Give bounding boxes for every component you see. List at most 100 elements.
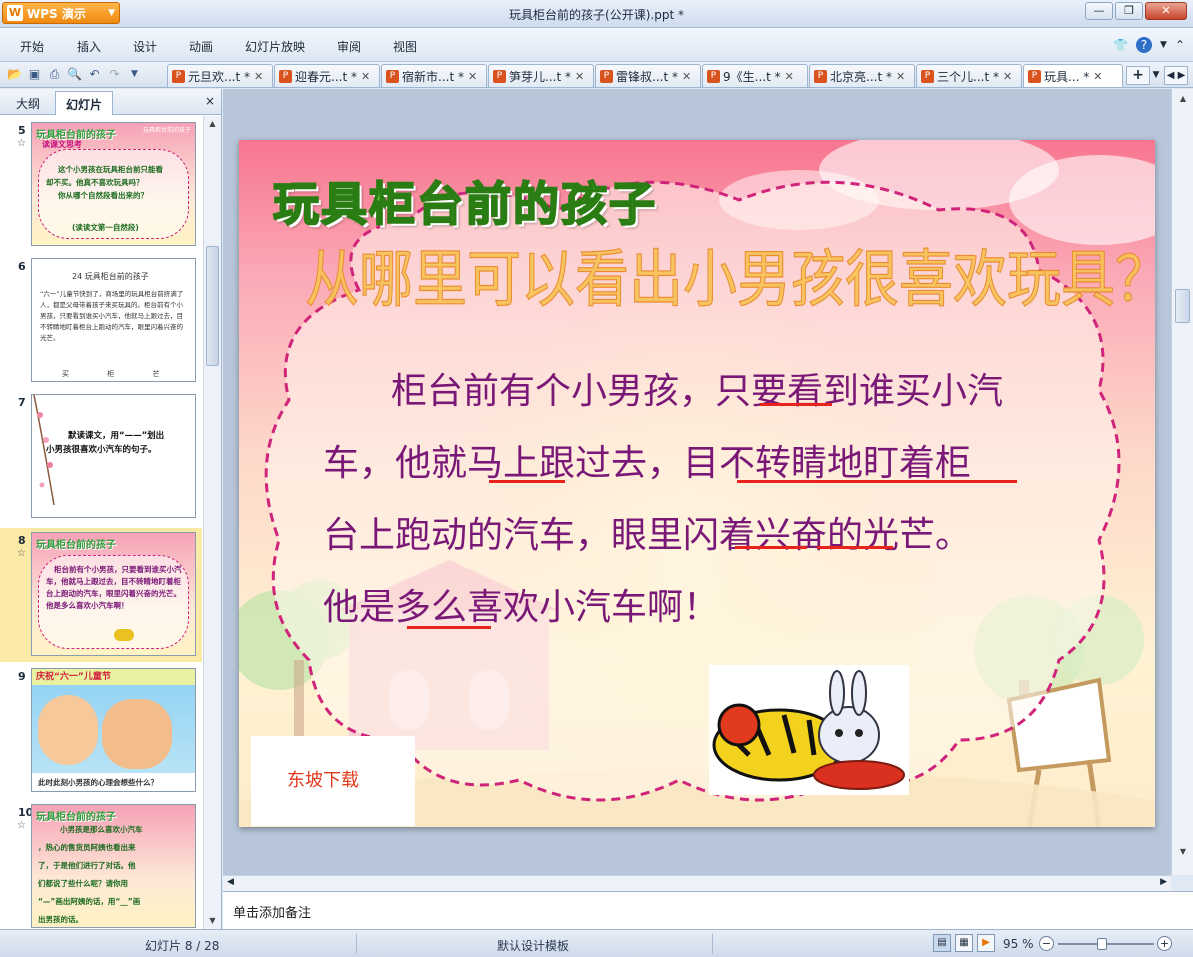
slide-body-line[interactable]: 他是多么喜欢小汽车啊！ [323, 578, 719, 630]
presentation-file-icon: P [1028, 69, 1041, 83]
presentation-file-icon: P [279, 69, 292, 83]
document-tab-label: 9《生...t * [723, 69, 781, 84]
slide-thumbnail[interactable]: 9 庆祝“六一”儿童节 此时此刻小男孩的心理会想些什么？ [0, 664, 202, 796]
slide-thumbnail[interactable]: 6 24 玩具柜台前的孩子 “六一”儿童节快到了，商场里的玩具柜台前挤满了人，都… [0, 254, 202, 386]
zoom-in-icon[interactable]: + [1157, 936, 1172, 951]
editor-vertical-scrollbar[interactable]: ▲ ▼ [1171, 89, 1193, 875]
scrollbar-thumb[interactable] [206, 246, 219, 366]
close-tab-icon[interactable]: ✕ [575, 70, 584, 83]
close-tab-icon[interactable]: ✕ [254, 70, 263, 83]
document-tab[interactable]: P 9《生...t * ✕ [702, 64, 808, 87]
tab-outline[interactable]: 大纲 [6, 91, 50, 115]
ribbon-collapse-icon[interactable]: ⌃ [1175, 38, 1185, 52]
close-button[interactable]: ✕ [1145, 2, 1187, 20]
document-tab[interactable]: P 迎春元...t * ✕ [274, 64, 380, 87]
thumb-line: ，热心的售货员阿姨也看出来 [38, 843, 136, 852]
scroll-up-icon[interactable]: ▲ [204, 116, 221, 132]
thumb-corner: 玩具柜台前的孩子 [142, 127, 191, 134]
blossom-branch-icon [33, 395, 55, 506]
scroll-left-icon[interactable]: ◀ [227, 877, 234, 887]
close-tab-icon[interactable]: ✕ [896, 70, 905, 83]
document-tab[interactable]: P 雷锋叔...t * ✕ [595, 64, 701, 87]
menu-item-design[interactable]: 设计 [133, 38, 157, 55]
menu-item-slideshow[interactable]: 幻灯片放映 [245, 38, 305, 55]
thumbnail-scrollbar[interactable]: ▲ ▼ [203, 116, 221, 929]
presentation-file-icon: P [921, 69, 934, 83]
skin-icon[interactable]: 👕 [1113, 38, 1128, 52]
document-tab[interactable]: P 宿新市...t * ✕ [381, 64, 487, 87]
slide-sorter-view-icon[interactable]: ▦ [955, 934, 973, 952]
scroll-down-icon[interactable]: ▼ [204, 913, 221, 929]
close-tab-icon[interactable]: ✕ [682, 70, 691, 83]
undo-icon[interactable]: ↶ [86, 66, 103, 83]
scroll-right-icon[interactable]: ▶ [1160, 877, 1167, 887]
slide-thumbnail-selected[interactable]: 8 ☆ 玩具柜台前的孩子 柜台前有个小男孩，只要看到谁买小汽 车，他就马上跟过去… [0, 528, 202, 662]
zoom-slider-knob[interactable] [1097, 938, 1107, 950]
slide-body-line[interactable]: 台上跑动的汽车，眼里闪着兴奋的光芒。 [323, 506, 971, 558]
slide-preview: 默读课文，用“——”划出 小男孩很喜欢小汽车的句子。 [31, 394, 196, 518]
restore-button[interactable]: ❐ [1115, 2, 1143, 20]
print-preview-icon[interactable]: 🔍 [66, 66, 83, 83]
window-controls: — ❐ ✕ [1085, 2, 1187, 20]
print-icon[interactable]: ⎙ [46, 66, 63, 83]
close-tab-icon[interactable]: ✕ [468, 70, 477, 83]
close-tab-icon[interactable]: ✕ [1003, 70, 1012, 83]
boy-illustration [102, 699, 172, 769]
notes-pane[interactable]: 单击添加备注 [223, 891, 1193, 929]
document-tab-label: 雷锋叔...t * [616, 69, 678, 84]
slide-title[interactable]: 玩具柜台前的孩子 [272, 168, 657, 234]
slideshow-view-icon[interactable]: ▶ [977, 934, 995, 952]
title-bar: W WPS 演示 ▼ 玩具柜台前的孩子(公开课).ppt * — ❐ ✕ [0, 0, 1193, 28]
editor-horizontal-scrollbar[interactable]: ◀ ▶ [223, 875, 1171, 891]
tab-scroll-button[interactable]: ◀ ▶ [1164, 66, 1188, 85]
document-tab[interactable]: P 三个儿...t * ✕ [916, 64, 1022, 87]
save-icon[interactable]: ▣ [26, 66, 43, 83]
slide-body-line[interactable]: 柜台前有个小男孩，只要看到谁买小汽 [391, 362, 1003, 414]
presentation-file-icon: P [600, 69, 613, 83]
close-tab-icon[interactable]: ✕ [361, 70, 370, 83]
slide-canvas[interactable]: 玩具柜台前的孩子 从哪里可以看出小男孩很喜欢玩具？ 柜台前有个小男孩，只要看到谁… [239, 140, 1155, 827]
scrollbar-thumb[interactable] [1175, 289, 1190, 323]
normal-view-icon[interactable]: ▤ [933, 934, 951, 952]
new-tab-button[interactable]: + [1126, 66, 1150, 85]
menu-item-insert[interactable]: 插入 [77, 38, 101, 55]
zoom-level[interactable]: 95 % [1003, 937, 1034, 951]
slides-panel: 大纲 幻灯片 × 5 ☆ 玩具柜台前的孩子 玩具柜台前的孩子 读课文思考 这个小… [0, 89, 222, 929]
slide-thumbnail[interactable]: 7 默读课文，用“——”划出 小男孩很喜欢小汽车的句子。 [0, 390, 202, 522]
redo-icon[interactable]: ↷ [106, 66, 123, 83]
document-tab[interactable]: P 笋芽儿...t * ✕ [488, 64, 594, 87]
slide-thumbnail[interactable]: 10 ☆ 玩具柜台前的孩子 小男孩是那么喜欢小汽车 ，热心的售货员阿姨也看出来 … [0, 800, 202, 929]
minimize-button[interactable]: — [1085, 2, 1113, 20]
thumb-line: 这个小男孩在玩具柜台前只能看 [58, 165, 163, 174]
open-folder-icon[interactable]: 📂 [6, 66, 23, 83]
close-tab-icon[interactable]: ✕ [1093, 70, 1102, 83]
underline-mark [407, 626, 491, 629]
thumb-line: 小男孩很喜欢小汽车的句子。 [46, 445, 157, 455]
thumb-line: “—”画出阿姨的话，用“__”画 [38, 897, 141, 906]
scroll-down-icon[interactable]: ▼ [1174, 844, 1192, 860]
slide-body-line[interactable]: 车，他就马上跟过去，目不转睛地盯着柜 [323, 434, 971, 486]
scroll-up-icon[interactable]: ▲ [1174, 91, 1192, 107]
menu-item-animation[interactable]: 动画 [189, 38, 213, 55]
toolbar-more-icon[interactable]: ▼ [126, 66, 143, 83]
document-tab[interactable]: P 元旦欢...t * ✕ [167, 64, 273, 87]
toy-car-image [114, 629, 134, 641]
notes-placeholder[interactable]: 单击添加备注 [233, 902, 311, 921]
menu-item-view[interactable]: 视图 [393, 38, 417, 55]
panel-close-icon[interactable]: × [205, 94, 215, 108]
slide-preview: 24 玩具柜台前的孩子 “六一”儿童节快到了，商场里的玩具柜台前挤满了人，都是父… [31, 258, 196, 382]
document-tab[interactable]: P 北京亮...t * ✕ [809, 64, 915, 87]
thumb-banner: 庆祝“六一”儿童节 [32, 669, 195, 685]
tab-slides[interactable]: 幻灯片 [55, 91, 114, 115]
slide-question[interactable]: 从哪里可以看出小男孩很喜欢玩具？ [305, 228, 1156, 319]
help-icon[interactable]: ? [1136, 37, 1153, 53]
menu-item-start[interactable]: 开始 [20, 38, 44, 55]
document-tab[interactable]: P 玩具... * ✕ [1023, 64, 1123, 87]
menu-item-review[interactable]: 审阅 [337, 38, 361, 55]
zoom-out-icon[interactable]: − [1039, 936, 1054, 951]
new-tab-menu-icon[interactable]: ▼ [1150, 66, 1162, 85]
help-menu-arrow-icon[interactable]: ▼ [1160, 40, 1167, 50]
slide-thumbnail[interactable]: 5 ☆ 玩具柜台前的孩子 玩具柜台前的孩子 读课文思考 这个小男孩在玩具柜台前只… [0, 118, 202, 250]
close-tab-icon[interactable]: ✕ [785, 70, 794, 83]
slide-number: 8 [18, 534, 26, 547]
